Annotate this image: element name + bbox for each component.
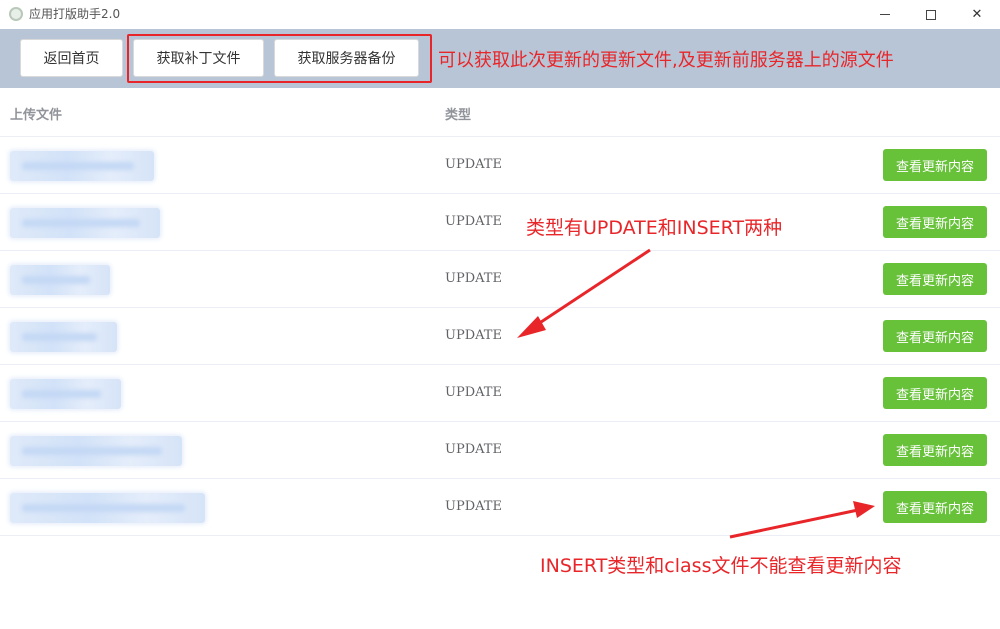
toolbar: 返回首页 获取补丁文件 获取服务器备份 可以获取此次更新的更新文件,及更新前服务…: [0, 29, 1000, 88]
file-name-redacted: [10, 322, 117, 352]
close-icon: ✕: [971, 7, 983, 22]
view-changes-button[interactable]: 查看更新内容: [883, 263, 987, 295]
table-row: UPDATE 查看更新内容: [0, 422, 1000, 479]
table-row: UPDATE 查看更新内容: [0, 308, 1000, 365]
view-changes-button[interactable]: 查看更新内容: [883, 491, 987, 523]
get-patch-files-button[interactable]: 获取补丁文件: [133, 39, 264, 77]
file-name-redacted: [10, 151, 154, 181]
view-changes-button[interactable]: 查看更新内容: [883, 149, 987, 181]
get-server-backup-button[interactable]: 获取服务器备份: [274, 39, 419, 77]
close-button[interactable]: ✕: [954, 0, 1000, 29]
file-name-redacted: [10, 265, 110, 295]
table-row: UPDATE 查看更新内容: [0, 194, 1000, 251]
maximize-button[interactable]: [908, 0, 954, 29]
type-cell: UPDATE: [445, 157, 502, 172]
file-name-redacted: [10, 208, 160, 238]
table-row: UPDATE 查看更新内容: [0, 365, 1000, 422]
type-cell: UPDATE: [445, 328, 502, 343]
view-changes-button[interactable]: 查看更新内容: [883, 377, 987, 409]
window-title: 应用打版助手2.0: [29, 7, 121, 21]
view-changes-button[interactable]: 查看更新内容: [883, 206, 987, 238]
file-name-redacted: [10, 379, 121, 409]
type-cell: UPDATE: [445, 214, 502, 229]
annotation-types-note: 类型有UPDATE和INSERT两种: [526, 217, 783, 239]
annotation-top-note: 可以获取此次更新的更新文件,及更新前服务器上的源文件: [438, 50, 894, 71]
table-row: UPDATE 查看更新内容: [0, 479, 1000, 536]
app-logo-icon: [9, 7, 23, 21]
title-bar: 应用打版助手2.0 ✕: [0, 0, 1000, 29]
type-cell: UPDATE: [445, 442, 502, 457]
view-changes-button[interactable]: 查看更新内容: [883, 434, 987, 466]
file-name-redacted: [10, 493, 205, 523]
column-header-type: 类型: [445, 108, 472, 123]
table-row: UPDATE 查看更新内容: [0, 137, 1000, 194]
maximize-icon: [926, 9, 936, 20]
back-home-button[interactable]: 返回首页: [20, 39, 123, 77]
view-changes-button[interactable]: 查看更新内容: [883, 320, 987, 352]
column-header-file: 上传文件: [10, 108, 63, 123]
type-cell: UPDATE: [445, 271, 502, 286]
table-row: UPDATE 查看更新内容: [0, 251, 1000, 308]
file-name-redacted: [10, 436, 182, 466]
minimize-icon: [880, 14, 890, 15]
annotation-insert-note: INSERT类型和class文件不能查看更新内容: [540, 555, 902, 577]
type-cell: UPDATE: [445, 499, 502, 514]
minimize-button[interactable]: [862, 0, 908, 29]
type-cell: UPDATE: [445, 385, 502, 400]
table-header: 上传文件 类型: [0, 88, 1000, 137]
